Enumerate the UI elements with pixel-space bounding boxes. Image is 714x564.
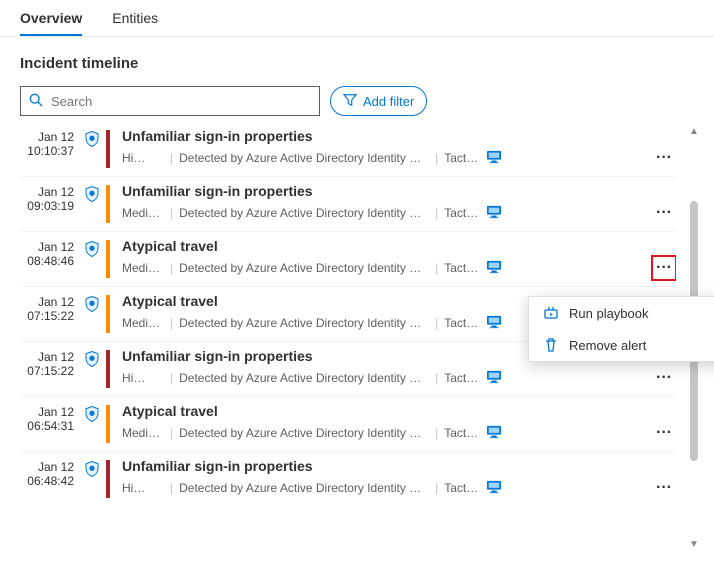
menu-run-playbook-label: Run playbook — [569, 306, 649, 321]
search-box[interactable] — [20, 86, 320, 116]
timeline-row[interactable]: Jan 12 06:54:31 Atypical travel Medi… | … — [20, 397, 676, 452]
playbook-icon — [543, 305, 559, 321]
more-actions-button[interactable]: ··· — [652, 256, 676, 280]
tactics-label: Tacti… — [444, 206, 480, 220]
context-menu: Run playbook Remove alert — [528, 296, 714, 362]
detected-by: Detected by Azure Active Directory Ident… — [179, 481, 429, 495]
severity-bar — [106, 405, 110, 443]
severity-bar — [106, 350, 110, 388]
alert-type-icon — [78, 183, 106, 225]
filter-icon — [343, 93, 357, 110]
scroll-down-arrow[interactable]: ▼ — [689, 539, 699, 550]
add-filter-button[interactable]: Add filter — [330, 86, 427, 116]
tabs: Overview Entities — [0, 0, 714, 37]
timestamp: Jan 12 06:54:31 — [20, 403, 78, 445]
alert-title: Unfamiliar sign-in properties — [122, 183, 313, 199]
section-title: Incident timeline — [20, 55, 704, 72]
timestamp: Jan 12 10:10:37 — [20, 128, 78, 170]
tactics-label: Tacti… — [444, 151, 480, 165]
severity-label: Medi… — [122, 426, 164, 440]
alert-type-icon — [78, 403, 106, 445]
severity-bar — [106, 240, 110, 278]
host-icon — [486, 260, 502, 277]
more-actions-button[interactable]: ··· — [652, 146, 676, 170]
timestamp: Jan 12 09:03:19 — [20, 183, 78, 225]
tactics-label: Tacti… — [444, 316, 480, 330]
timeline-row[interactable]: Jan 12 06:48:42 Unfamiliar sign-in prope… — [20, 452, 676, 506]
severity-bar — [106, 130, 110, 168]
tactics-label: Tacti… — [444, 371, 480, 385]
alert-type-icon — [78, 458, 106, 500]
menu-remove-alert[interactable]: Remove alert — [529, 329, 714, 361]
severity-bar — [106, 460, 110, 498]
alert-title: Atypical travel — [122, 238, 218, 254]
timeline-row[interactable]: Jan 12 10:10:37 Unfamiliar sign-in prope… — [20, 122, 676, 177]
alert-title: Unfamiliar sign-in properties — [122, 348, 313, 364]
alert-title: Atypical travel — [122, 403, 218, 419]
host-icon — [486, 205, 502, 222]
search-icon — [29, 93, 43, 110]
menu-run-playbook[interactable]: Run playbook — [529, 297, 714, 329]
detected-by: Detected by Azure Active Directory Ident… — [179, 316, 429, 330]
more-actions-button[interactable]: ··· — [652, 201, 676, 225]
host-icon — [486, 370, 502, 387]
tab-overview[interactable]: Overview — [20, 0, 82, 36]
detected-by: Detected by Azure Active Directory Ident… — [179, 371, 429, 385]
severity-bar — [106, 295, 110, 333]
tactics-label: Tacti… — [444, 261, 480, 275]
more-actions-button[interactable]: ··· — [652, 421, 676, 445]
severity-label: Medi… — [122, 261, 164, 275]
alert-type-icon — [78, 238, 106, 280]
alert-title: Atypical travel — [122, 293, 218, 309]
alert-type-icon — [78, 128, 106, 170]
severity-label: Hi… — [122, 151, 164, 165]
timestamp: Jan 12 08:48:46 — [20, 238, 78, 280]
alert-title: Unfamiliar sign-in properties — [122, 458, 313, 474]
more-actions-button[interactable]: ··· — [652, 476, 676, 500]
menu-remove-alert-label: Remove alert — [569, 338, 646, 353]
host-icon — [486, 315, 502, 332]
severity-label: Hi… — [122, 481, 164, 495]
alert-type-icon — [78, 293, 106, 335]
detected-by: Detected by Azure Active Directory Ident… — [179, 151, 429, 165]
timestamp: Jan 12 07:15:22 — [20, 293, 78, 335]
severity-label: Medi… — [122, 206, 164, 220]
host-icon — [486, 425, 502, 442]
tactics-label: Tacti… — [444, 426, 480, 440]
severity-label: Hi… — [122, 371, 164, 385]
add-filter-label: Add filter — [363, 94, 414, 109]
timestamp: Jan 12 07:15:22 — [20, 348, 78, 390]
scroll-up-arrow[interactable]: ▲ — [689, 126, 699, 137]
timestamp: Jan 12 06:48:42 — [20, 458, 78, 500]
detected-by: Detected by Azure Active Directory Ident… — [179, 261, 429, 275]
host-icon — [486, 150, 502, 167]
search-input[interactable] — [51, 94, 311, 109]
timeline-row[interactable]: Jan 12 09:03:19 Unfamiliar sign-in prope… — [20, 177, 676, 232]
detected-by: Detected by Azure Active Directory Ident… — [179, 206, 429, 220]
severity-label: Medi… — [122, 316, 164, 330]
severity-bar — [106, 185, 110, 223]
detected-by: Detected by Azure Active Directory Ident… — [179, 426, 429, 440]
host-icon — [486, 480, 502, 497]
tab-entities[interactable]: Entities — [112, 0, 158, 36]
tactics-label: Tacti… — [444, 481, 480, 495]
timeline-row[interactable]: Jan 12 08:48:46 Atypical travel Medi… | … — [20, 232, 676, 287]
more-actions-button[interactable]: ··· — [652, 366, 676, 390]
trash-icon — [543, 337, 559, 353]
alert-type-icon — [78, 348, 106, 390]
alert-title: Unfamiliar sign-in properties — [122, 128, 313, 144]
